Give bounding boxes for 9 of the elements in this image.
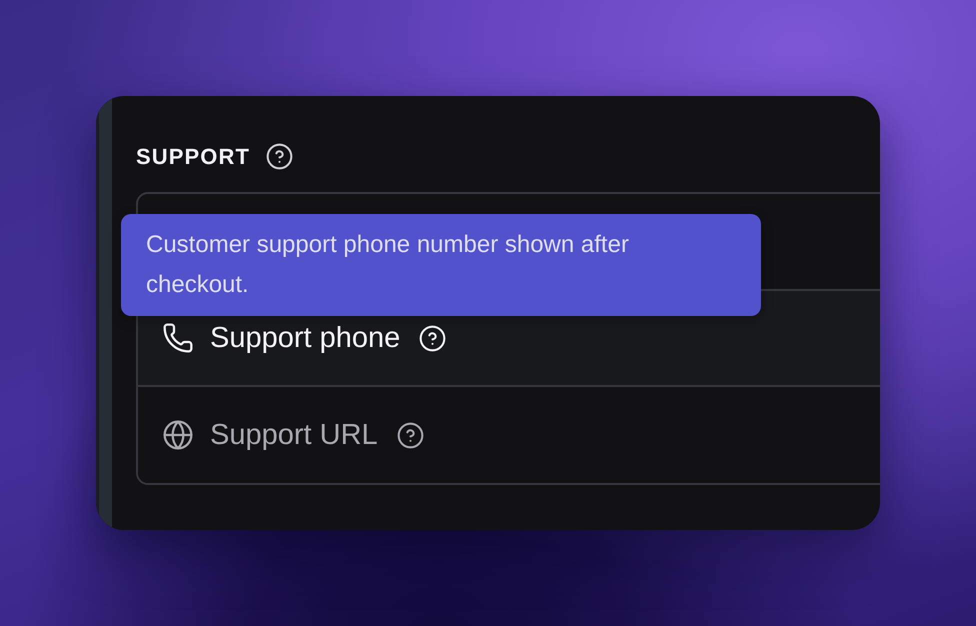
help-icon[interactable]: [266, 142, 294, 170]
field-label: Support phone: [210, 321, 400, 355]
section-title: SUPPORT: [136, 142, 250, 170]
field-label: Support URL: [210, 418, 378, 452]
field-row[interactable]: Support URL: [138, 387, 880, 483]
phone-icon: [162, 322, 194, 354]
tooltip: Customer support phone number shown after checkout.: [121, 214, 761, 316]
globe-icon: [162, 419, 194, 451]
help-icon[interactable]: [396, 422, 424, 448]
